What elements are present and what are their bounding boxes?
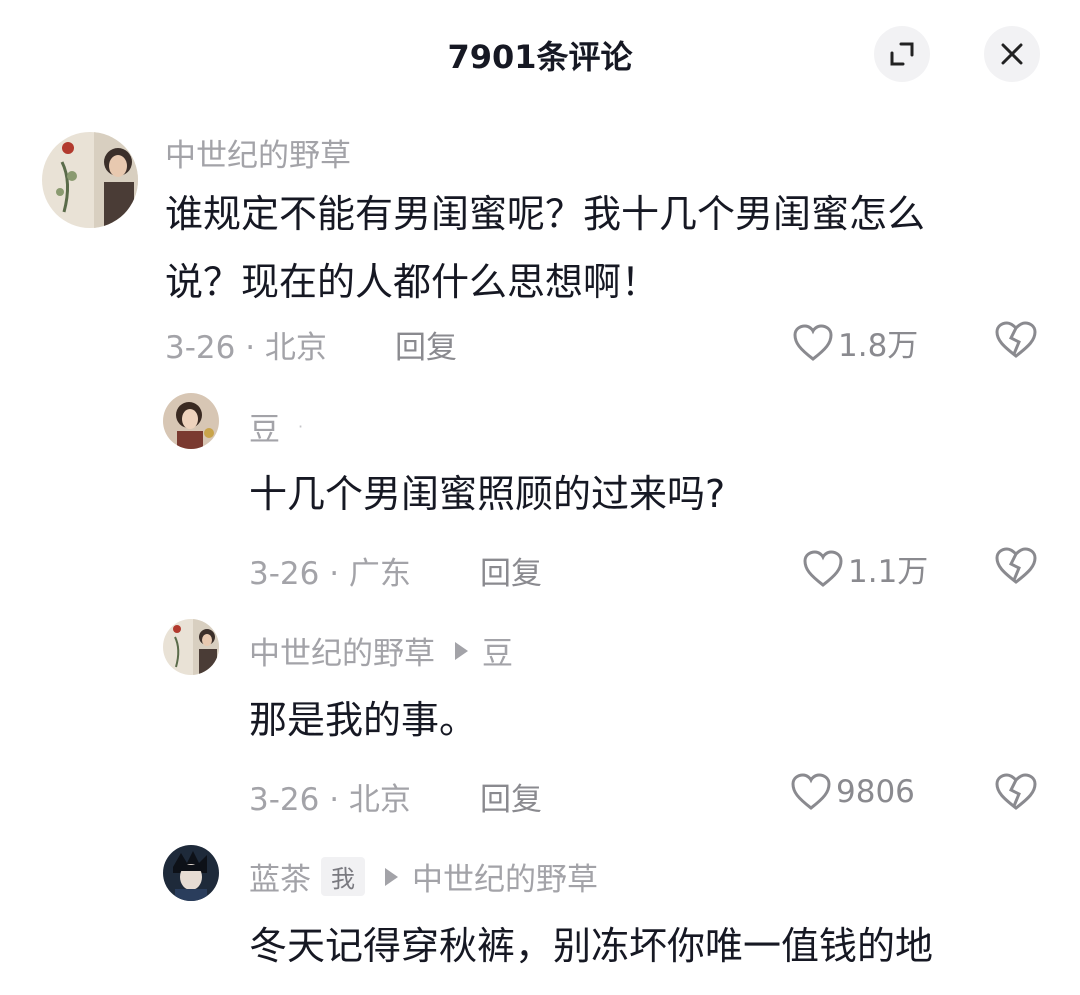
broken-heart-icon [995,773,1037,810]
broken-heart-icon [995,321,1037,358]
heart-icon [791,773,831,810]
dislike-button[interactable] [994,546,1038,590]
dislike-button[interactable] [994,320,1038,364]
like-count: 1.1万 [848,554,929,590]
dislike-button[interactable] [994,772,1038,816]
close-button[interactable] [984,26,1040,82]
comment-text: 冬天记得穿秋裤，别冻坏你唯一值钱的地 [249,924,934,968]
comment-text: 那是我的事。 [249,698,478,742]
close-icon [1001,43,1023,65]
username[interactable]: 中世纪的野草 [165,130,351,175]
reply-arrow-icon [455,641,468,660]
reply-to-username[interactable]: 中世纪的野草 [412,854,598,899]
reply-button[interactable]: 回复 [480,548,542,593]
like-button[interactable]: 9806 [790,772,915,812]
avatar[interactable] [163,619,219,675]
avatar[interactable] [42,132,138,228]
avatar[interactable] [163,845,219,901]
comment-text: 谁规定不能有男闺蜜呢？我十几个男闺蜜怎么 说？现在的人都什么思想啊！ [165,192,926,304]
like-count: 1.8万 [838,328,919,364]
expand-button[interactable] [874,26,930,82]
reply-button[interactable]: 回复 [395,322,457,367]
heart-icon [793,323,833,361]
like-button[interactable]: 1.1万 [802,546,928,591]
heart-icon [803,549,843,587]
reply-to-username[interactable]: 豆 [482,628,513,673]
me-badge: 我 [321,857,365,896]
broken-heart-icon [995,547,1037,584]
comment-text: 十几个男闺蜜照顾的过来吗? [249,472,726,516]
comment-date-location: 3-26 · 广东 [249,556,411,592]
comment-date-location: 3-26 · 北京 [165,330,327,366]
like-count: 9806 [836,774,915,810]
expand-icon [890,42,914,66]
comment-date-location: 3-26 · 北京 [249,782,411,818]
comments-header: 7901条评论 [0,0,1080,110]
reply-arrow-icon [385,867,398,886]
username[interactable]: 蓝茶 我 中世纪的野草 [249,854,598,899]
like-button[interactable]: 1.8万 [792,320,918,365]
reply-button[interactable]: 回复 [480,774,542,819]
username[interactable]: 豆 · [249,404,303,449]
username[interactable]: 中世纪的野草 豆 [249,628,513,673]
avatar[interactable] [163,393,219,449]
